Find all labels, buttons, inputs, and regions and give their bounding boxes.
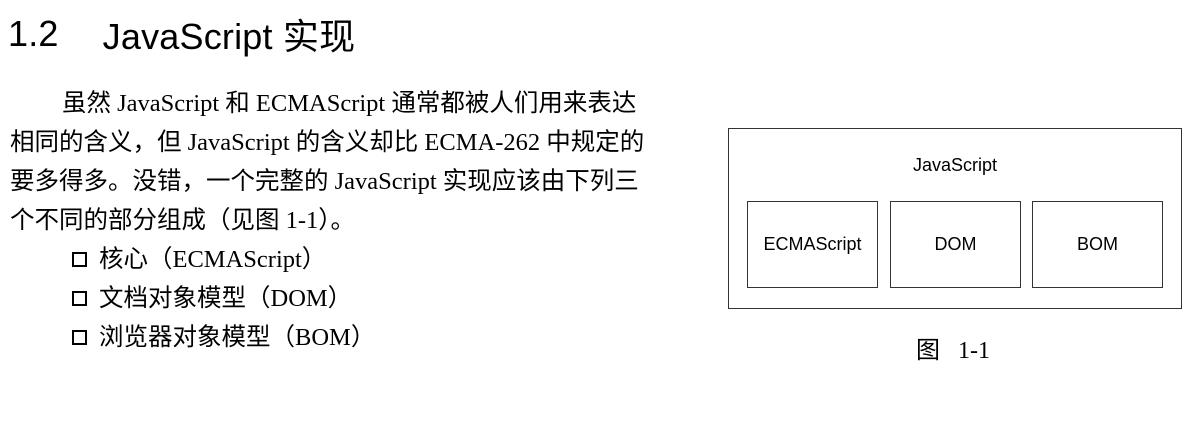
diagram-box-bom: BOM (1032, 201, 1163, 288)
diagram-box-ecmascript: ECMAScript (747, 201, 878, 288)
checkbox-square-icon (72, 252, 87, 267)
paragraph-line: 个不同的部分组成（见图 1-1）。 (10, 207, 356, 234)
list-item: 核心（ECMAScript） (72, 240, 375, 279)
checkbox-square-icon (72, 291, 87, 306)
paragraph-line: 要多得多。没错，一个完整的 JavaScript 实现应该由下列三 (10, 168, 639, 195)
intro-paragraph: 虽然 JavaScript 和 ECMAScript 通常都被人们用来表达 相同… (10, 84, 710, 240)
list-item-label: 浏览器对象模型（BOM） (99, 324, 376, 351)
list-item-label: 文档对象模型（DOM） (99, 285, 353, 312)
diagram-outer-label: JavaScript (912, 155, 998, 175)
javascript-composition-diagram: JavaScript ECMAScript DOM BOM (728, 128, 1182, 309)
diagram-box-dom: DOM (890, 201, 1021, 288)
section-number: 1.2 (8, 13, 59, 54)
paragraph-line: 相同的含义，但 JavaScript 的含义却比 ECMA-262 中规定的 (10, 129, 645, 156)
section-title: JavaScript 实现 (102, 16, 356, 57)
list-item: 文档对象模型（DOM） (72, 279, 375, 318)
list-item: 浏览器对象模型（BOM） (72, 318, 375, 357)
component-list: 核心（ECMAScript） 文档对象模型（DOM） 浏览器对象模型（BOM） (72, 240, 375, 357)
section-heading: 1.2 JavaScript 实现 (8, 4, 355, 64)
paragraph-line: 虽然 JavaScript 和 ECMAScript 通常都被人们用来表达 (62, 90, 637, 117)
figure-caption: 图 1-1 (916, 338, 990, 364)
checkbox-square-icon (72, 330, 87, 345)
list-item-label: 核心（ECMAScript） (99, 246, 327, 273)
